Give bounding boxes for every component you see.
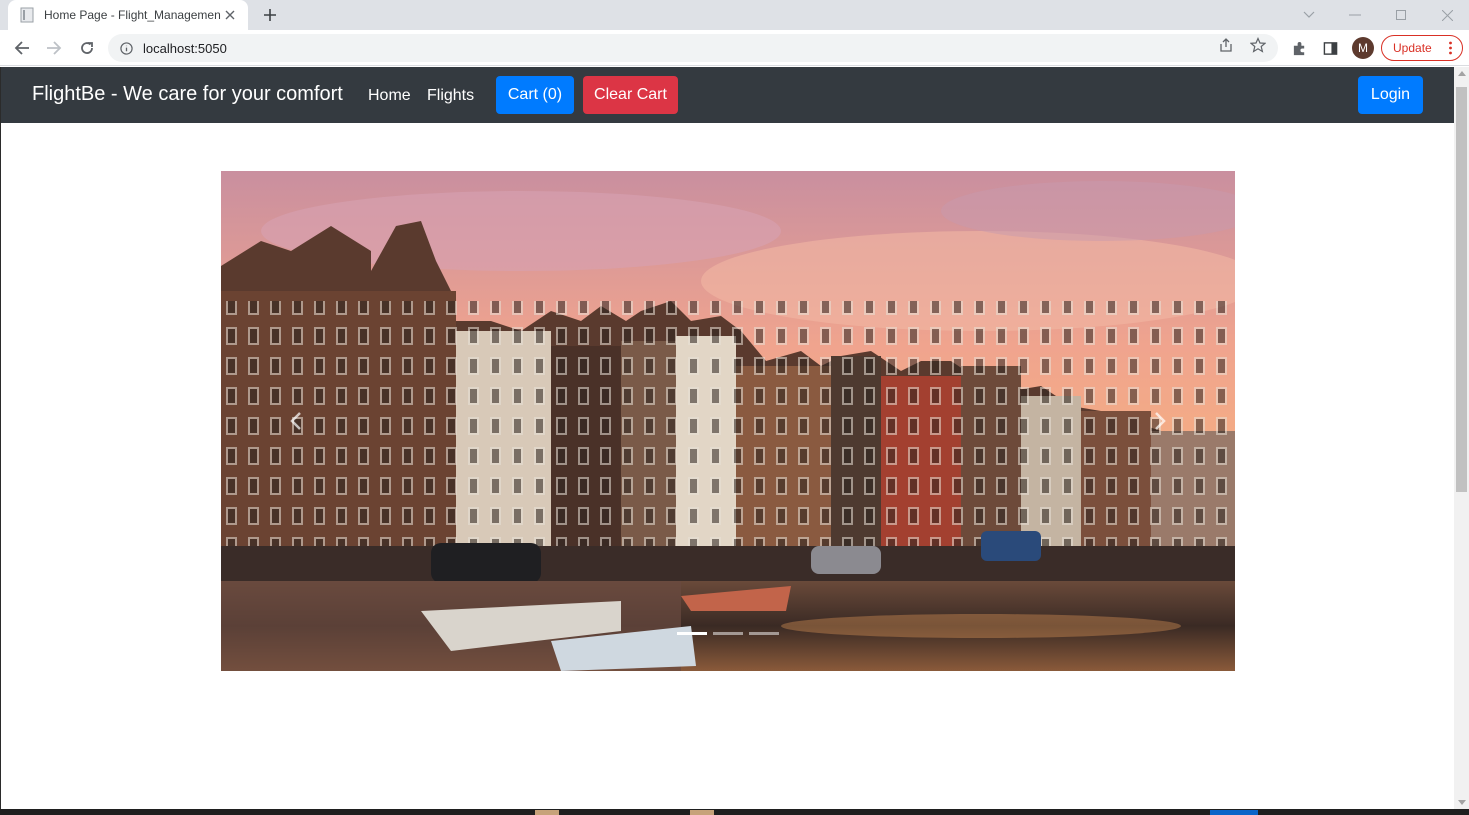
page-favicon-icon — [20, 7, 34, 23]
scrollbar-thumb[interactable] — [1456, 87, 1467, 492]
page-viewport: FlightBe - We care for your comfort Home… — [0, 67, 1454, 809]
extensions-puzzle-icon[interactable] — [1289, 38, 1309, 58]
update-label: Update — [1393, 41, 1432, 55]
browser-tab[interactable]: Home Page - Flight_Managemen — [8, 0, 248, 30]
page-scrollbar[interactable] — [1454, 67, 1469, 809]
menu-dots-icon — [1449, 41, 1452, 55]
forward-arrow-icon[interactable] — [42, 36, 66, 60]
update-button[interactable]: Update — [1381, 35, 1463, 61]
address-bar[interactable]: localhost:5050 — [108, 34, 1278, 62]
url-text: localhost:5050 — [143, 40, 227, 56]
new-tab-icon[interactable] — [259, 4, 281, 26]
carousel-prev-icon[interactable] — [276, 401, 316, 441]
maximize-icon[interactable] — [1378, 0, 1424, 30]
carousel-indicator-1[interactable] — [677, 632, 707, 635]
cart-button[interactable]: Cart (0) — [496, 76, 574, 114]
carousel-next-icon[interactable] — [1140, 401, 1180, 441]
window-close-icon[interactable] — [1424, 0, 1469, 30]
nav-link-home[interactable]: Home — [368, 87, 411, 105]
carousel-slide-image — [221, 171, 1235, 671]
minimize-icon[interactable] — [1332, 0, 1378, 30]
hero-carousel — [221, 171, 1235, 671]
share-icon[interactable] — [1217, 36, 1235, 54]
carousel-indicators — [221, 632, 1235, 635]
scroll-up-icon[interactable] — [1458, 71, 1466, 76]
browser-tab-strip: Home Page - Flight_Managemen — [0, 0, 1469, 30]
browser-toolbar: localhost:5050 M Update — [0, 30, 1469, 66]
side-panel-icon[interactable] — [1320, 38, 1340, 58]
tab-title: Home Page - Flight_Managemen — [44, 8, 221, 22]
clear-cart-button[interactable]: Clear Cart — [583, 76, 678, 114]
scroll-down-icon[interactable] — [1458, 800, 1466, 805]
site-info-icon[interactable] — [120, 41, 133, 55]
carousel-indicator-3[interactable] — [749, 632, 779, 635]
brand-title[interactable]: FlightBe - We care for your comfort — [32, 83, 343, 106]
tab-close-icon[interactable] — [222, 7, 238, 23]
carousel-indicator-2[interactable] — [713, 632, 743, 635]
taskbar-app[interactable] — [690, 810, 714, 815]
tab-search-icon[interactable] — [1286, 0, 1332, 30]
taskbar-app-active[interactable] — [1210, 810, 1258, 815]
os-taskbar — [0, 809, 1469, 815]
site-navbar: FlightBe - We care for your comfort Home… — [1, 67, 1454, 123]
reload-icon[interactable] — [75, 36, 99, 60]
back-arrow-icon[interactable] — [10, 36, 34, 60]
nav-link-flights[interactable]: Flights — [427, 87, 474, 105]
taskbar-app[interactable] — [535, 810, 559, 815]
login-button[interactable]: Login — [1358, 76, 1423, 114]
bookmark-star-icon[interactable] — [1249, 36, 1267, 54]
profile-avatar[interactable]: M — [1352, 37, 1374, 59]
